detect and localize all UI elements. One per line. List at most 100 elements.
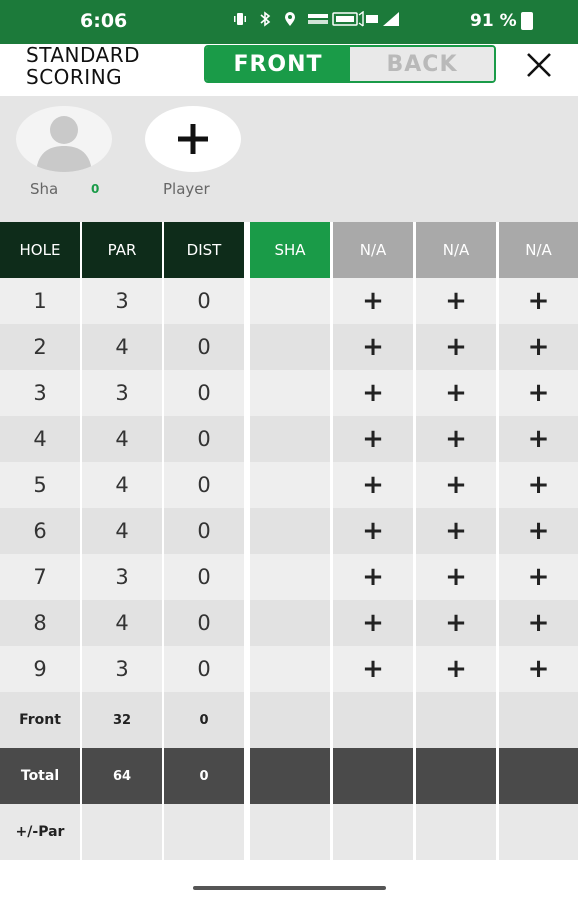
add-score-plus-icon[interactable]: +	[499, 278, 578, 324]
add-score-plus-icon[interactable]: +	[333, 416, 413, 462]
header-player-na-3[interactable]: N/A	[499, 222, 578, 278]
add-score-plus-icon[interactable]: +	[416, 600, 496, 646]
table-row: 9 3 0 + + +	[0, 646, 578, 692]
status-icons	[232, 10, 399, 27]
add-score-plus-icon[interactable]: +	[333, 324, 413, 370]
score-cell-sha[interactable]	[250, 462, 330, 508]
add-score-plus-icon[interactable]: +	[416, 370, 496, 416]
player-avatar[interactable]	[16, 106, 112, 172]
close-icon[interactable]	[522, 48, 556, 82]
add-score-plus-icon[interactable]: +	[499, 554, 578, 600]
data-speed-icon	[307, 11, 328, 27]
add-score-plus-icon[interactable]: +	[499, 416, 578, 462]
total-dist: 0	[164, 748, 244, 804]
battery-icon	[520, 12, 533, 30]
total-par: 64	[82, 748, 162, 804]
score-cell-sha[interactable]	[250, 600, 330, 646]
cell-hole: 6	[0, 508, 80, 554]
add-score-plus-icon[interactable]: +	[333, 462, 413, 508]
add-score-plus-icon[interactable]: +	[499, 646, 578, 692]
cell-hole: 9	[0, 646, 80, 692]
cell-hole: 4	[0, 416, 80, 462]
tab-front[interactable]: FRONT	[206, 47, 350, 81]
header-hole: HOLE	[0, 222, 80, 278]
add-score-plus-icon[interactable]: +	[333, 508, 413, 554]
add-score-plus-icon[interactable]: +	[416, 416, 496, 462]
add-score-plus-icon[interactable]: +	[333, 278, 413, 324]
add-score-plus-icon[interactable]: +	[416, 278, 496, 324]
table-header: HOLE PAR DIST SHA N/A N/A N/A	[0, 222, 578, 278]
par-diff-cell	[250, 804, 330, 860]
header-player-sha[interactable]: SHA	[250, 222, 330, 278]
front-par: 32	[82, 692, 162, 748]
page-title: STANDARD SCORING	[26, 44, 140, 88]
table-row: 4 4 0 + + +	[0, 416, 578, 462]
status-bar: 6:06 91 %	[0, 0, 578, 44]
total-player-cell	[416, 748, 496, 804]
score-cell-sha[interactable]	[250, 324, 330, 370]
add-score-plus-icon[interactable]: +	[333, 554, 413, 600]
add-score-plus-icon[interactable]: +	[416, 462, 496, 508]
table-row: 1 3 0 + + +	[0, 278, 578, 324]
header-player-na-1[interactable]: N/A	[333, 222, 413, 278]
front-player-cell	[499, 692, 578, 748]
table-row: 6 4 0 + + +	[0, 508, 578, 554]
add-score-plus-icon[interactable]: +	[416, 324, 496, 370]
cell-dist: 0	[164, 646, 244, 692]
score-cell-sha[interactable]	[250, 278, 330, 324]
score-cell-sha[interactable]	[250, 370, 330, 416]
header-player-na-2[interactable]: N/A	[416, 222, 496, 278]
cell-par: 4	[82, 416, 162, 462]
table-row: 3 3 0 + + +	[0, 370, 578, 416]
front-player-cell	[250, 692, 330, 748]
par-diff-cell	[164, 804, 244, 860]
cell-par: 4	[82, 600, 162, 646]
total-player-cell	[499, 748, 578, 804]
header-par: PAR	[82, 222, 162, 278]
add-score-plus-icon[interactable]: +	[333, 600, 413, 646]
add-score-plus-icon[interactable]: +	[499, 462, 578, 508]
add-score-plus-icon[interactable]: +	[499, 600, 578, 646]
cell-hole: 5	[0, 462, 80, 508]
score-cell-sha[interactable]	[250, 554, 330, 600]
add-score-plus-icon[interactable]: +	[416, 508, 496, 554]
add-score-plus-icon[interactable]: +	[499, 324, 578, 370]
cell-hole: 8	[0, 600, 80, 646]
add-score-plus-icon[interactable]: +	[499, 508, 578, 554]
tab-back[interactable]: BACK	[350, 47, 494, 81]
player-name: Sha	[30, 180, 59, 198]
score-cell-sha[interactable]	[250, 646, 330, 692]
home-indicator[interactable]	[193, 886, 386, 890]
add-score-plus-icon[interactable]: +	[333, 646, 413, 692]
total-player-cell	[333, 748, 413, 804]
front-player-cell	[416, 692, 496, 748]
scorecard-table: HOLE PAR DIST SHA N/A N/A N/A 1 3 0 + + +2 4 0 + + +3 3 0 + +…	[0, 222, 578, 860]
cell-hole: 2	[0, 324, 80, 370]
player-score: 0	[91, 182, 100, 196]
app-header: STANDARD SCORING FRONT BACK	[0, 44, 578, 96]
add-score-plus-icon[interactable]: +	[333, 370, 413, 416]
cell-par: 4	[82, 462, 162, 508]
score-cell-sha[interactable]	[250, 508, 330, 554]
total-label: Total	[0, 748, 80, 804]
par-diff-cell	[499, 804, 578, 860]
cell-dist: 0	[164, 370, 244, 416]
cell-hole: 3	[0, 370, 80, 416]
add-score-plus-icon[interactable]: +	[499, 370, 578, 416]
score-cell-sha[interactable]	[250, 416, 330, 462]
add-score-plus-icon[interactable]: +	[416, 646, 496, 692]
status-time: 6:06	[80, 10, 128, 32]
table-row: 2 4 0 + + +	[0, 324, 578, 370]
players-bar: Sha 0 Player	[0, 96, 578, 222]
front-dist: 0	[164, 692, 244, 748]
cell-dist: 0	[164, 600, 244, 646]
cell-dist: 0	[164, 508, 244, 554]
add-score-plus-icon[interactable]: +	[416, 554, 496, 600]
par-diff-label: +/-Par	[0, 804, 80, 860]
header-dist: DIST	[164, 222, 244, 278]
vibrate-icon	[232, 11, 248, 27]
front-player-cell	[333, 692, 413, 748]
battery-indicator: 91 %	[470, 11, 533, 31]
network-4g-icon	[357, 10, 378, 27]
add-player-button[interactable]	[145, 106, 241, 172]
